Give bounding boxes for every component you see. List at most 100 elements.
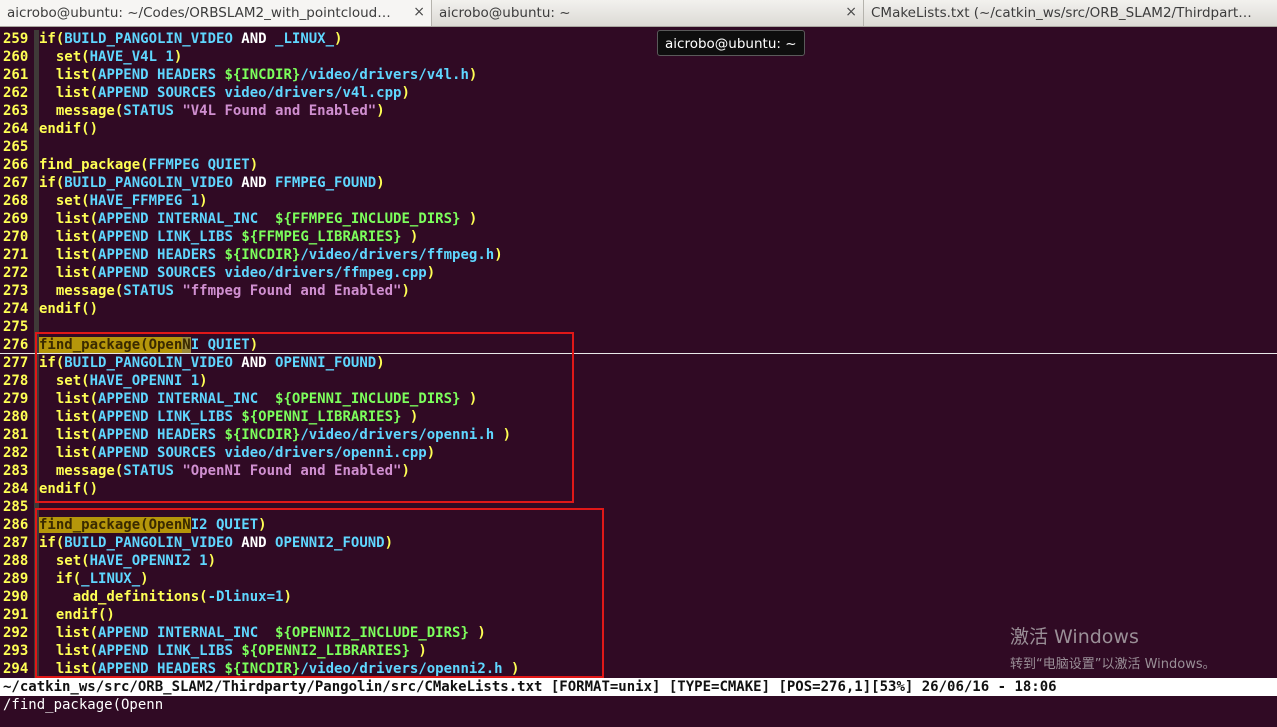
code-token: HAVE_OPENNI 1 (89, 373, 200, 389)
code-text: message(STATUS "V4L Found and Enabled") (39, 102, 385, 120)
code-line[interactable]: 289 if(_LINUX_) (0, 570, 1277, 588)
line-number: 269 (3, 211, 29, 227)
code-line[interactable]: 265 (0, 138, 1277, 156)
code-token: /video/drivers/ffmpeg.h (300, 247, 495, 263)
code-token: ${OPENNI_LIBRARIES} (241, 409, 402, 425)
code-line[interactable]: 261 list(APPEND HEADERS ${INCDIR}/video/… (0, 66, 1277, 84)
code-token: I2 QUIET (190, 517, 259, 533)
code-token: message( (39, 103, 124, 119)
code-text: find_package(OpenNI QUIET) (39, 336, 258, 354)
line-number: 291 (3, 607, 29, 623)
code-text: list(APPEND LINK_LIBS ${OPENNI2_LIBRARIE… (39, 642, 427, 660)
code-line[interactable]: 275 (0, 318, 1277, 336)
code-token: list( (39, 391, 99, 407)
code-line[interactable]: 287 if(BUILD_PANGOLIN_VIDEO AND OPENNI2_F… (0, 534, 1277, 552)
code-token: list( (39, 229, 99, 245)
code-line[interactable]: 263 message(STATUS "V4L Found and Enable… (0, 102, 1277, 120)
code-token: _LINUX_ (81, 571, 141, 587)
code-text: if(BUILD_PANGOLIN_VIDEO AND FFMPEG_FOUND… (39, 174, 385, 192)
code-line[interactable]: 269 list(APPEND INTERNAL_INC ${FFMPEG_IN… (0, 210, 1277, 228)
tab-label: aicrobo@ubuntu: ~/Codes/ORBSLAM2_with_po… (7, 5, 391, 21)
code-line[interactable]: 283 message(STATUS "OpenNI Found and Ena… (0, 462, 1277, 480)
line-number: 285 (3, 499, 29, 515)
code-token: -Dlinux=1 (207, 589, 284, 605)
code-token: set( (39, 373, 90, 389)
vim-editor-buffer[interactable]: 259 if(BUILD_PANGOLIN_VIDEO AND _LINUX_) 2… (0, 30, 1277, 678)
line-number: 281 (3, 427, 29, 443)
code-line[interactable]: 272 list(APPEND SOURCES video/drivers/ff… (0, 264, 1277, 282)
code-line[interactable]: 277 if(BUILD_PANGOLIN_VIDEO AND OPENNI_FO… (0, 354, 1277, 372)
code-line[interactable]: 260 set(HAVE_V4L 1) (0, 48, 1277, 66)
code-token: AND (232, 31, 276, 47)
tab-cmakelists[interactable]: CMakeLists.txt (~/catkin_ws/src/ORB_SLAM… (864, 0, 1277, 26)
fold-column (34, 138, 39, 156)
line-number: 259 (3, 31, 29, 47)
code-line[interactable]: 259 if(BUILD_PANGOLIN_VIDEO AND _LINUX_) (0, 30, 1277, 48)
code-text: set(HAVE_FFMPEG 1) (39, 192, 208, 210)
code-line[interactable]: 273 message(STATUS "ffmpeg Found and Ena… (0, 282, 1277, 300)
line-number: 261 (3, 67, 29, 83)
code-token: ) (468, 211, 478, 227)
code-token: list( (39, 661, 99, 677)
code-text: list(APPEND INTERNAL_INC ${OPENNI2_INCLU… (39, 624, 486, 642)
line-number: 263 (3, 103, 29, 119)
code-line[interactable]: 288 set(HAVE_OPENNI2 1) (0, 552, 1277, 570)
code-line[interactable]: 282 list(APPEND SOURCES video/drivers/op… (0, 444, 1277, 462)
code-token: APPEND LINK_LIBS (98, 643, 242, 659)
code-text: find_package(FFMPEG QUIET) (39, 156, 258, 174)
close-icon[interactable]: × (845, 4, 857, 20)
code-text: list(APPEND HEADERS ${INCDIR}/video/driv… (39, 426, 511, 444)
close-icon[interactable]: × (413, 4, 425, 20)
code-line[interactable]: 267 if(BUILD_PANGOLIN_VIDEO AND FFMPEG_FO… (0, 174, 1277, 192)
code-line[interactable]: 284 endif() (0, 480, 1277, 498)
code-text: endif() (39, 606, 115, 624)
code-token: BUILD_PANGOLIN_VIDEO (64, 31, 233, 47)
code-text: list(APPEND HEADERS ${INCDIR}/video/driv… (39, 246, 503, 264)
code-line[interactable]: 281 list(APPEND HEADERS ${INCDIR}/video/… (0, 426, 1277, 444)
code-text: set(HAVE_OPENNI 1) (39, 372, 208, 390)
code-line[interactable]: 262 list(APPEND SOURCES video/drivers/v4… (0, 84, 1277, 102)
code-line[interactable]: 290 add_definitions(-Dlinux=1) (0, 588, 1277, 606)
line-number: 293 (3, 643, 29, 659)
line-number: 265 (3, 139, 29, 155)
code-line[interactable]: 264 endif() (0, 120, 1277, 138)
code-token: list( (39, 247, 99, 263)
code-line[interactable]: 278 set(HAVE_OPENNI 1) (0, 372, 1277, 390)
code-token: endif() (39, 301, 99, 317)
code-line[interactable]: 285 (0, 498, 1277, 516)
code-token: ) (207, 553, 217, 569)
code-token: ) (376, 103, 385, 119)
code-text: set(HAVE_OPENNI2 1) (39, 552, 216, 570)
code-text: if(BUILD_PANGOLIN_VIDEO AND _LINUX_) (39, 30, 342, 48)
code-token: ) (199, 373, 208, 389)
code-text: find_package(OpenNI2 QUIET) (39, 516, 267, 534)
tab-terminal-codes[interactable]: aicrobo@ubuntu: ~/Codes/ORBSLAM2_with_po… (0, 0, 432, 26)
code-token: find_package(Open (39, 337, 183, 353)
code-line[interactable]: 276 find_package(OpenNI QUIET) (0, 336, 1277, 354)
code-line[interactable]: 279 list(APPEND INTERNAL_INC ${OPENNI_IN… (0, 390, 1277, 408)
code-token: ) (477, 625, 486, 641)
line-number: 292 (3, 625, 29, 641)
code-token: list( (39, 643, 99, 659)
code-token: message( (39, 283, 124, 299)
code-line[interactable]: 280 list(APPEND LINK_LIBS ${OPENNI_LIBRA… (0, 408, 1277, 426)
code-token: ) (468, 391, 478, 407)
code-line[interactable]: 270 list(APPEND LINK_LIBS ${FFMPEG_LIBRA… (0, 228, 1277, 246)
code-line[interactable]: 271 list(APPEND HEADERS ${INCDIR}/video/… (0, 246, 1277, 264)
code-token: /video/drivers/openni.h (300, 427, 503, 443)
code-token: /video/drivers/openni2.h (300, 661, 512, 677)
code-token: ) (426, 445, 436, 461)
tab-terminal-home[interactable]: aicrobo@ubuntu: ~ × (432, 0, 864, 26)
code-line[interactable]: 268 set(HAVE_FFMPEG 1) (0, 192, 1277, 210)
line-number: 280 (3, 409, 29, 425)
code-line[interactable]: 286 find_package(OpenNI2 QUIET) (0, 516, 1277, 534)
code-line[interactable]: 266 find_package(FFMPEG QUIET) (0, 156, 1277, 174)
code-token: "OpenNI Found and Enabled" (182, 463, 402, 479)
code-token: HAVE_FFMPEG 1 (89, 193, 200, 209)
line-number: 275 (3, 319, 29, 335)
vim-command-line[interactable]: /find_package(Openn (0, 696, 1277, 714)
tab-label: aicrobo@ubuntu: ~ (439, 5, 571, 21)
code-line[interactable]: 274 endif() (0, 300, 1277, 318)
